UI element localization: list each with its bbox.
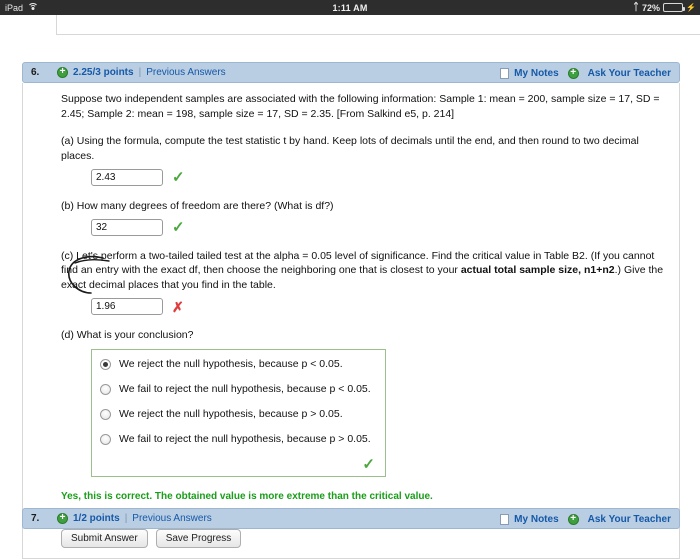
note-icon xyxy=(500,68,510,79)
question-number: 6. xyxy=(31,67,40,78)
choice-label-4: We fail to reject the null hypothesis, b… xyxy=(119,432,371,445)
question-intro-text: Suppose two independent samples are asso… xyxy=(61,93,660,120)
header-separator: | xyxy=(138,67,142,78)
ipad-status-bar: iPad 1:11 AM ᛏ 72% ⚡ xyxy=(0,0,700,15)
plus-circle-icon: + xyxy=(57,512,68,524)
part-b: (b) How many degrees of freedom are ther… xyxy=(61,199,667,236)
question-block-6: 6. + 2.25/3 points | Previous Answers My… xyxy=(22,62,680,559)
part-c: (c) Let's perform a two-tailed tailed te… xyxy=(61,249,667,316)
part-b-prompt: (b) How many degrees of freedom are ther… xyxy=(61,199,334,212)
part-c-prompt: (c) Let's perform a two-tailed tailed te… xyxy=(61,249,667,294)
points-label: 2.25/3 points xyxy=(73,67,134,78)
radio-button-1[interactable] xyxy=(100,359,111,371)
part-b-answer-row: ✓ xyxy=(91,218,667,236)
submit-answer-button[interactable]: Submit Answer xyxy=(61,528,148,548)
radio-button-3[interactable] xyxy=(100,408,111,420)
my-notes-link[interactable]: My Notes xyxy=(514,514,558,525)
part-d: (d) What is your conclusion? We reject t… xyxy=(61,328,667,477)
choice-option-1[interactable]: We reject the null hypothesis, because p… xyxy=(100,357,377,372)
battery-icon xyxy=(663,3,686,12)
check-icon: ✓ xyxy=(362,455,375,473)
x-icon: ✗ xyxy=(172,298,184,315)
previous-answers-link[interactable]: Previous Answers xyxy=(132,513,211,524)
choice-label-2: We fail to reject the null hypothesis, b… xyxy=(119,383,371,396)
choice-label-1: We reject the null hypothesis, because p… xyxy=(119,358,343,371)
choice-option-2[interactable]: We fail to reject the null hypothesis, b… xyxy=(100,382,377,397)
question-header-actions: My Notes + Ask Your Teacher xyxy=(500,63,671,84)
feedback-message: Yes, this is correct. The obtained value… xyxy=(61,490,433,502)
radio-button-2[interactable] xyxy=(100,384,111,396)
ask-teacher-group: + Ask Your Teacher xyxy=(567,513,671,525)
points-label: 1/2 points xyxy=(73,513,120,524)
assignment-page: 6. + 2.25/3 points | Previous Answers My… xyxy=(0,15,700,559)
question-header-6: 6. + 2.25/3 points | Previous Answers My… xyxy=(22,62,680,83)
question-body-6: Suppose two independent samples are asso… xyxy=(22,83,680,559)
note-icon xyxy=(500,514,510,525)
part-a-input[interactable] xyxy=(91,168,163,186)
part-d-choices-box: We reject the null hypothesis, because p… xyxy=(91,349,386,477)
part-a-answer-row: ✓ xyxy=(91,168,667,186)
my-notes-link[interactable]: My Notes xyxy=(514,68,558,79)
part-a: (a) Using the formula, compute the test … xyxy=(61,134,667,186)
save-progress-button[interactable]: Save Progress xyxy=(155,528,242,548)
choice-option-4[interactable]: We fail to reject the null hypothesis, b… xyxy=(100,432,377,447)
check-icon: ✓ xyxy=(172,168,185,186)
ask-your-teacher-link[interactable]: Ask Your Teacher xyxy=(588,514,671,525)
header-separator: | xyxy=(124,513,128,524)
choice-option-3[interactable]: We reject the null hypothesis, because p… xyxy=(100,407,377,422)
radio-button-4[interactable] xyxy=(100,433,111,445)
question-header-actions: My Notes + Ask Your Teacher xyxy=(500,509,671,530)
previous-answers-link[interactable]: Previous Answers xyxy=(146,67,225,78)
plus-circle-icon: + xyxy=(567,513,579,525)
status-bar-right: ᛏ 72% ⚡ xyxy=(633,0,696,15)
status-bar-clock: 1:11 AM xyxy=(332,2,368,13)
plus-circle-icon: + xyxy=(567,67,579,79)
ask-teacher-group: + Ask Your Teacher xyxy=(567,67,671,79)
question-header-7: 7. + 1/2 points | Previous Answers My No… xyxy=(22,508,680,529)
question-block-7: 7. + 1/2 points | Previous Answers My No… xyxy=(22,508,680,529)
part-d-prompt: (d) What is your conclusion? xyxy=(61,329,194,342)
part-c-input[interactable] xyxy=(91,298,163,316)
part-b-input[interactable] xyxy=(91,218,163,236)
part-a-prompt: (a) Using the formula, compute the test … xyxy=(61,134,639,162)
check-icon: ✓ xyxy=(172,218,185,236)
part-c-answer-row: ✗ xyxy=(91,298,667,316)
question-number: 7. xyxy=(31,513,40,524)
bluetooth-icon: ᛏ xyxy=(633,1,640,13)
top-content-panel xyxy=(56,15,700,35)
plus-circle-icon: + xyxy=(57,66,68,78)
ask-your-teacher-link[interactable]: Ask Your Teacher xyxy=(588,68,671,79)
part-c-prompt-bold: actual total sample size, n1+n2 xyxy=(460,264,615,277)
plug-icon: ⚡ xyxy=(686,3,696,12)
choice-label-3: We reject the null hypothesis, because p… xyxy=(119,407,343,420)
battery-percent-label: 72% xyxy=(642,2,661,13)
